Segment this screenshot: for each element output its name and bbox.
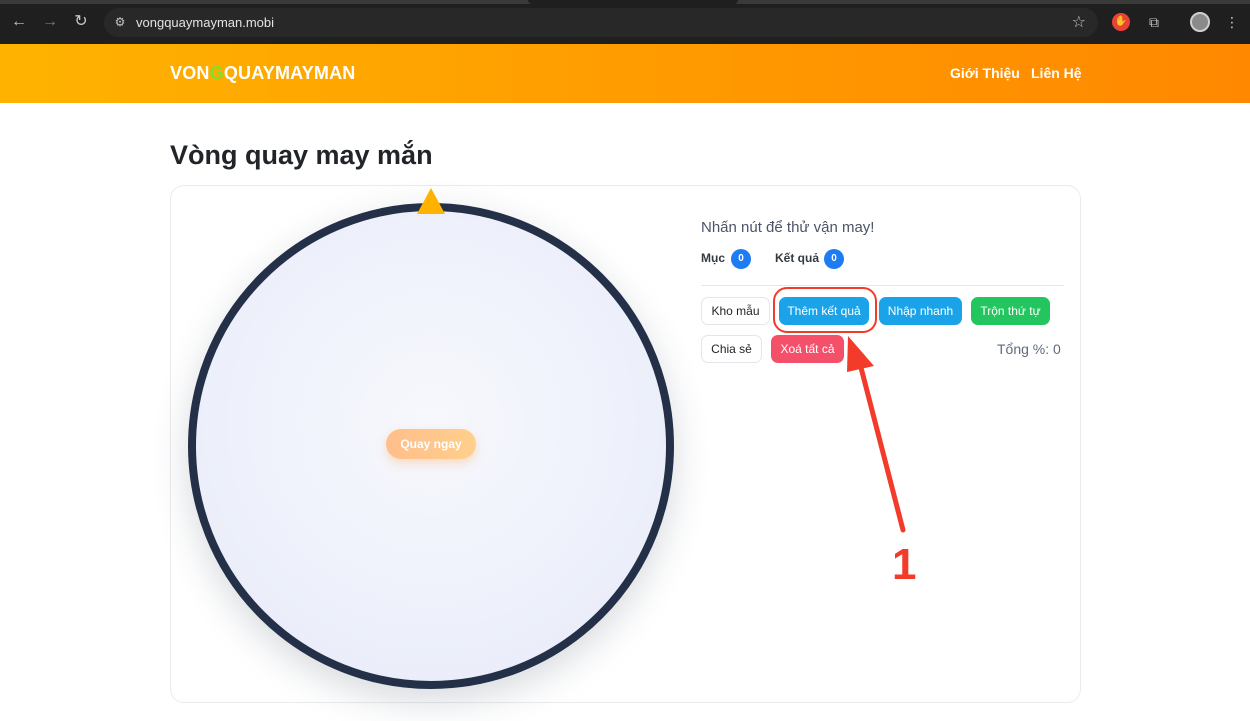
menu-kebab-icon[interactable]: ⋮ bbox=[1222, 12, 1242, 32]
page-title: Vòng quay may mắn bbox=[170, 140, 433, 170]
nav-link-about[interactable]: Giới Thiệu bbox=[950, 65, 1020, 81]
logo-text-right: QUAYMAYMAN bbox=[223, 63, 356, 83]
results-label: Kết quả bbox=[775, 251, 820, 265]
back-icon[interactable]: ← bbox=[9, 12, 29, 32]
clear-all-button[interactable]: Xoá tất cả bbox=[771, 335, 844, 363]
extension-icon[interactable]: ✋ bbox=[1112, 13, 1130, 31]
shuffle-button[interactable]: Trộn thứ tự bbox=[971, 297, 1050, 325]
url-text[interactable]: vongquaymayman.mobi bbox=[136, 15, 274, 30]
templates-button[interactable]: Kho mẫu bbox=[701, 297, 770, 325]
spin-button[interactable]: Quay ngay bbox=[386, 429, 476, 459]
divider bbox=[701, 285, 1064, 286]
bookmark-star-icon[interactable]: ☆ bbox=[1072, 12, 1086, 32]
wheel-pointer-icon bbox=[417, 188, 445, 214]
annotation-number: 1 bbox=[892, 540, 917, 589]
nav-link-contact[interactable]: Liên Hệ bbox=[1031, 65, 1082, 81]
logo-text-left: VON bbox=[170, 63, 210, 83]
reload-icon[interactable]: ↻ bbox=[71, 12, 91, 32]
results-count-badge: 0 bbox=[824, 249, 844, 269]
site-logo[interactable]: VONGQUAYMAYMAN bbox=[170, 63, 356, 84]
items-count-badge: 0 bbox=[731, 249, 751, 269]
prompt-text: Nhấn nút để thử vận may! bbox=[701, 219, 875, 236]
puzzle-extensions-icon[interactable]: ⧉ bbox=[1144, 12, 1164, 32]
total-percent: Tổng %: 0 bbox=[997, 341, 1061, 357]
browser-toolbar: ← → ↻ ⚙ vongquaymayman.mobi ☆ ✋ ⧉ ⋮ bbox=[0, 0, 1250, 44]
highlight-ring bbox=[773, 287, 877, 333]
profile-avatar[interactable] bbox=[1190, 12, 1210, 32]
site-info-icon[interactable]: ⚙ bbox=[112, 14, 128, 30]
logo-text-accent: G bbox=[209, 63, 224, 83]
address-bar[interactable]: ⚙ vongquaymayman.mobi ☆ bbox=[104, 8, 1098, 37]
forward-icon[interactable]: → bbox=[40, 12, 60, 32]
active-tab[interactable] bbox=[528, 0, 738, 4]
tab-strip bbox=[0, 0, 1250, 4]
share-button[interactable]: Chia sẻ bbox=[701, 335, 762, 363]
items-label: Mục bbox=[701, 251, 725, 265]
site-header: VONGQUAYMAYMAN Giới Thiệu Liên Hệ bbox=[0, 44, 1250, 103]
quick-input-button[interactable]: Nhập nhanh bbox=[879, 297, 962, 325]
